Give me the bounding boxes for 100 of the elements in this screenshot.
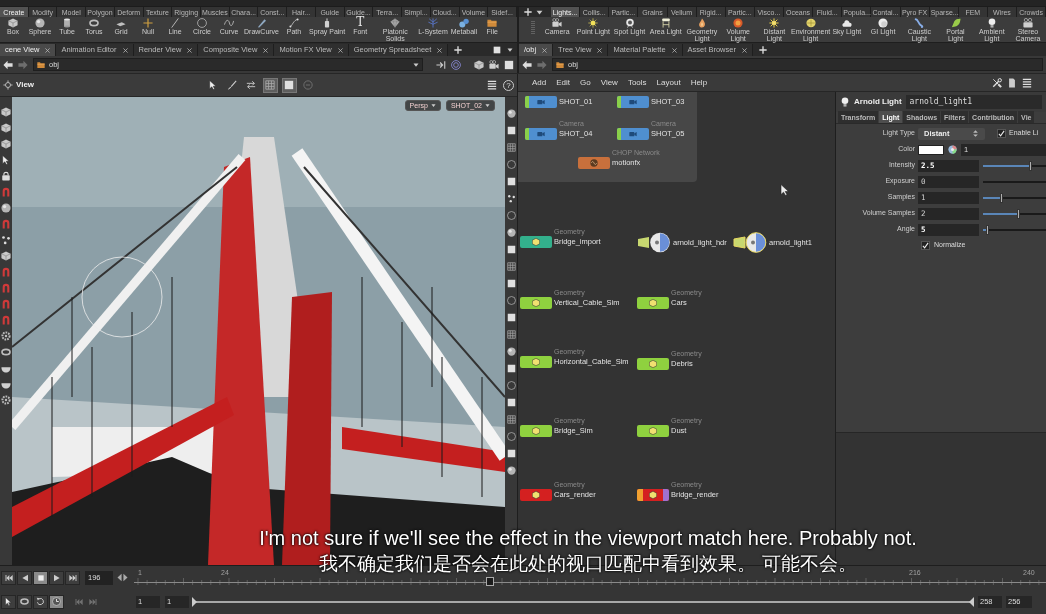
left-right-arrows-icon[interactable]	[117, 572, 128, 583]
camera-node[interactable]	[525, 128, 557, 140]
geometry-node[interactable]	[637, 297, 669, 309]
camera-node[interactable]	[617, 128, 649, 140]
caret-icon[interactable]	[413, 61, 419, 68]
arrow-to-bar-icon[interactable]	[436, 59, 446, 70]
caret-icon[interactable]	[536, 8, 543, 16]
geometry-node[interactable]	[637, 425, 669, 437]
square-icon[interactable]	[493, 46, 501, 54]
cube-icon[interactable]	[1, 139, 11, 149]
circle-icon[interactable]	[506, 432, 516, 441]
close-icon[interactable]	[337, 47, 343, 53]
cube-icon[interactable]	[1, 251, 11, 261]
geometry-node[interactable]	[520, 425, 552, 437]
cursor-icon[interactable]	[1, 155, 11, 165]
camera-icon[interactable]	[489, 59, 499, 70]
light-bulb-node[interactable]	[637, 232, 671, 253]
toggle-button[interactable]	[262, 77, 278, 93]
close-icon[interactable]	[263, 47, 269, 53]
transport-button[interactable]	[1, 570, 16, 585]
color-swatch[interactable]	[918, 144, 944, 155]
toggle-button[interactable]	[281, 77, 297, 93]
crosshair-icon[interactable]	[3, 80, 13, 90]
slider-track[interactable]	[983, 208, 1046, 219]
close-icon[interactable]	[671, 47, 677, 53]
plus-icon[interactable]	[758, 46, 767, 54]
close-icon[interactable]	[187, 47, 193, 53]
geometry-node[interactable]	[637, 358, 669, 370]
cube-icon[interactable]	[1, 123, 11, 133]
ring-icon[interactable]	[1, 347, 11, 357]
grid-icon[interactable]	[506, 143, 516, 152]
target-icon[interactable]	[451, 59, 461, 70]
menu-item[interactable]: View	[595, 76, 623, 89]
close-icon[interactable]	[437, 47, 443, 53]
menu-item[interactable]: Add	[527, 76, 552, 89]
geometry-node[interactable]	[520, 297, 552, 309]
document-icon[interactable]	[1007, 77, 1017, 88]
menu-item[interactable]: Go	[575, 76, 596, 89]
circle-icon[interactable]	[506, 160, 516, 169]
magnet-icon[interactable]	[1, 219, 11, 229]
close-icon[interactable]	[597, 47, 603, 53]
lock-icon[interactable]	[1, 171, 11, 181]
dots-icon[interactable]	[1, 235, 11, 245]
grid-icon[interactable]	[506, 262, 516, 271]
menu-item[interactable]: Layout	[651, 76, 686, 89]
toggle-button[interactable]	[1, 594, 16, 609]
circle-icon[interactable]	[506, 211, 516, 220]
geometry-node[interactable]	[520, 236, 552, 248]
square-icon[interactable]	[506, 449, 516, 458]
view-menu-button[interactable]: View	[16, 79, 35, 91]
camera-node[interactable]	[617, 96, 649, 108]
slider-thumb[interactable]	[1017, 208, 1021, 219]
checkbox[interactable]	[997, 129, 1006, 138]
close-icon[interactable]	[122, 47, 128, 53]
menu-item[interactable]: Edit	[551, 76, 576, 89]
square-icon[interactable]	[506, 177, 516, 186]
square-icon[interactable]	[506, 398, 516, 407]
square-icon[interactable]	[504, 59, 514, 70]
cube-icon[interactable]	[474, 59, 484, 70]
transport-button[interactable]	[49, 570, 64, 585]
back-arrow-icon[interactable]	[522, 59, 532, 70]
range-handle[interactable]	[192, 596, 197, 607]
menu-item[interactable]: Help	[685, 76, 713, 89]
timeline-ruler[interactable]	[134, 577, 1046, 586]
slider-thumb[interactable]	[1028, 160, 1032, 171]
toggle-button[interactable]	[300, 77, 316, 93]
grid-icon[interactable]	[506, 330, 516, 339]
slider-thumb[interactable]	[986, 224, 990, 235]
slider-track[interactable]	[983, 192, 1046, 203]
slider-track[interactable]	[983, 160, 1046, 171]
plus-icon[interactable]	[524, 8, 532, 16]
menu-icon[interactable]	[487, 80, 497, 90]
chop-node[interactable]	[578, 157, 610, 169]
close-icon[interactable]	[45, 47, 51, 53]
sphere-icon[interactable]	[506, 466, 516, 475]
plus-icon[interactable]	[454, 46, 463, 54]
menu-item[interactable]: Tools	[622, 76, 652, 89]
close-icon[interactable]	[542, 47, 548, 53]
camera-node[interactable]	[525, 96, 557, 108]
transport-button[interactable]	[17, 570, 32, 585]
gear-icon[interactable]	[1, 395, 11, 405]
slider-track[interactable]	[983, 224, 1046, 235]
sphere-icon[interactable]	[506, 109, 516, 118]
square-icon[interactable]	[506, 313, 516, 322]
crossed-tools-icon[interactable]	[992, 77, 1002, 88]
frame-range-slider[interactable]	[192, 596, 974, 607]
transport-button[interactable]	[33, 570, 48, 585]
square-icon[interactable]	[506, 279, 516, 288]
back-arrow-icon[interactable]	[3, 59, 13, 70]
cube-icon[interactable]	[1, 107, 11, 117]
playhead[interactable]	[485, 577, 494, 586]
checkbox[interactable]	[921, 241, 930, 250]
toggle-button[interactable]	[17, 594, 32, 609]
close-icon[interactable]	[741, 47, 747, 53]
grip-handle[interactable]	[531, 21, 535, 35]
transport-button[interactable]	[65, 570, 80, 585]
sphere-icon[interactable]	[506, 347, 516, 356]
square-icon[interactable]	[506, 245, 516, 254]
square-icon[interactable]	[506, 364, 516, 373]
square-icon[interactable]	[506, 126, 516, 135]
